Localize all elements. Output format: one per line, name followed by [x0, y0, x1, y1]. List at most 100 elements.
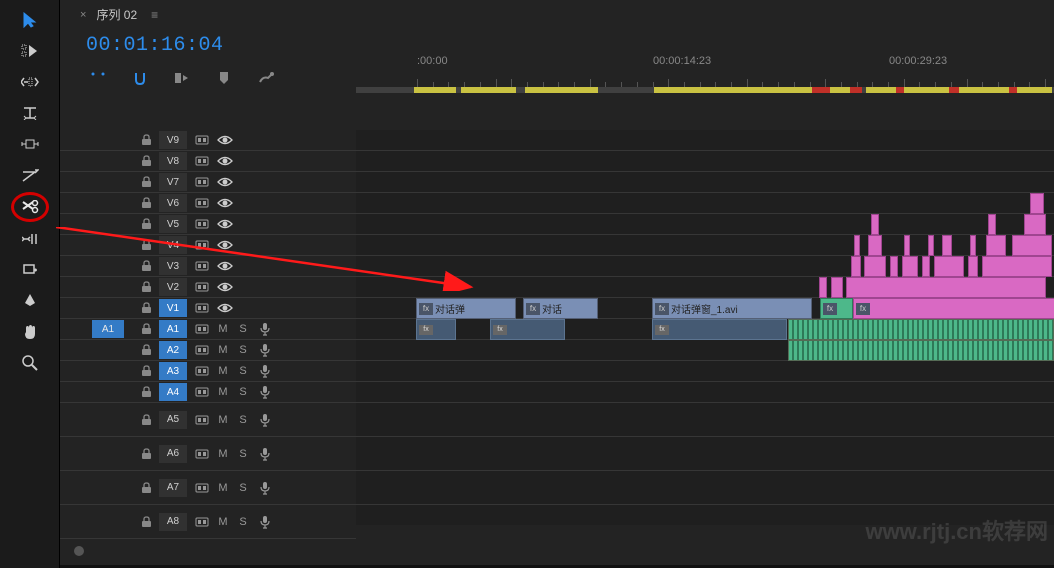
close-icon[interactable]: × — [80, 9, 86, 21]
slide-tool[interactable] — [15, 163, 45, 187]
mute-button[interactable]: M — [213, 482, 233, 494]
sync-lock-icon[interactable] — [191, 261, 213, 271]
lock-icon[interactable] — [137, 516, 155, 528]
solo-button[interactable]: S — [233, 516, 253, 528]
lock-icon[interactable] — [137, 176, 155, 188]
voice-over-icon[interactable] — [253, 385, 277, 399]
lock-icon[interactable] — [137, 155, 155, 167]
voice-over-icon[interactable] — [253, 413, 277, 427]
voice-over-icon[interactable] — [253, 364, 277, 378]
sync-lock-icon[interactable] — [191, 517, 213, 527]
toggle-output-icon[interactable] — [213, 240, 237, 250]
video-clip[interactable] — [868, 235, 882, 256]
video-lane[interactable] — [356, 130, 1054, 151]
source-patch[interactable]: A1 — [92, 320, 124, 338]
sync-lock-icon[interactable] — [191, 240, 213, 250]
video-lane[interactable] — [356, 151, 1054, 172]
track-target[interactable]: A6 — [159, 445, 187, 463]
track-target[interactable]: V3 — [159, 257, 187, 275]
video-lane[interactable]: fx对话弹fx对话fx对话弹窗_1.avifxfx颜 — [356, 298, 1054, 319]
video-clip[interactable] — [988, 214, 996, 235]
clips-area[interactable]: fx对话弹fx对话fx对话弹窗_1.avifxfx颜 fx fx fx — [356, 130, 1054, 525]
ripple-edit-tool[interactable] — [15, 70, 45, 94]
voice-over-icon[interactable] — [253, 481, 277, 495]
lock-icon[interactable] — [137, 448, 155, 460]
toggle-output-icon[interactable] — [213, 135, 237, 145]
razor-tool[interactable] — [15, 195, 45, 219]
track-target[interactable]: V8 — [159, 152, 187, 170]
track-target[interactable]: A8 — [159, 513, 187, 531]
insert-overwrite-toggle[interactable] — [90, 70, 106, 86]
track-target[interactable]: V1 — [159, 299, 187, 317]
video-clip[interactable] — [846, 277, 1046, 298]
audio-clip[interactable]: fx — [416, 319, 456, 340]
mute-button[interactable]: M — [213, 344, 233, 356]
video-lane[interactable] — [356, 235, 1054, 256]
playhead-timecode[interactable]: 00:01:16:04 — [86, 34, 224, 57]
sync-lock-icon[interactable] — [191, 387, 213, 397]
lock-icon[interactable] — [137, 302, 155, 314]
mute-button[interactable]: M — [213, 516, 233, 528]
lock-icon[interactable] — [137, 260, 155, 272]
solo-button[interactable]: S — [233, 323, 253, 335]
video-clip[interactable] — [890, 256, 898, 277]
solo-button[interactable]: S — [233, 365, 253, 377]
audio-clip[interactable]: fx — [652, 319, 787, 340]
track-target[interactable]: A5 — [159, 411, 187, 429]
video-clip[interactable] — [922, 256, 930, 277]
audio-clip[interactable]: fx — [490, 319, 565, 340]
sync-lock-icon[interactable] — [191, 483, 213, 493]
video-clip[interactable]: fx对话 — [523, 298, 598, 319]
sync-lock-icon[interactable] — [191, 282, 213, 292]
video-clip[interactable] — [942, 235, 952, 256]
sync-lock-icon[interactable] — [191, 177, 213, 187]
video-lane[interactable] — [356, 214, 1054, 235]
video-clip[interactable] — [831, 277, 843, 298]
audio-lane[interactable] — [356, 382, 1054, 403]
scrollbar-thumb[interactable] — [74, 546, 84, 556]
video-clip[interactable] — [871, 214, 879, 235]
video-clip[interactable] — [934, 256, 964, 277]
lock-icon[interactable] — [137, 323, 155, 335]
sync-lock-icon[interactable] — [191, 156, 213, 166]
mute-button[interactable]: M — [213, 365, 233, 377]
mute-button[interactable]: M — [213, 323, 233, 335]
lock-icon[interactable] — [137, 344, 155, 356]
sync-lock-icon[interactable] — [191, 449, 213, 459]
toggle-output-icon[interactable] — [213, 303, 237, 313]
audio-clip[interactable] — [788, 340, 1054, 361]
voice-over-icon[interactable] — [253, 515, 277, 529]
sequence-tab[interactable]: × 序列 02 ≡ — [80, 6, 158, 23]
time-ruler[interactable]: :00:00 00:00:14:23 00:00:29:23 — [356, 55, 1054, 95]
audio-lane[interactable] — [356, 361, 1054, 382]
video-clip[interactable] — [928, 235, 934, 256]
mute-button[interactable]: M — [213, 386, 233, 398]
pen-tool[interactable] — [15, 289, 45, 313]
rate-stretch-tool[interactable] — [15, 101, 45, 125]
sync-lock-icon[interactable] — [191, 303, 213, 313]
voice-over-icon[interactable] — [253, 343, 277, 357]
panel-menu-icon[interactable]: ≡ — [151, 8, 158, 22]
marker-button[interactable] — [216, 70, 232, 86]
lock-icon[interactable] — [137, 197, 155, 209]
sync-lock-icon[interactable] — [191, 366, 213, 376]
video-lane[interactable] — [356, 193, 1054, 214]
voice-over-icon[interactable] — [253, 447, 277, 461]
solo-button[interactable]: S — [233, 344, 253, 356]
video-clip[interactable] — [1024, 214, 1046, 235]
linked-selection-toggle[interactable] — [174, 70, 190, 86]
voice-over-icon[interactable] — [253, 322, 277, 336]
toggle-output-icon[interactable] — [213, 198, 237, 208]
settings-button[interactable] — [258, 70, 274, 86]
sync-lock-icon[interactable] — [191, 135, 213, 145]
selection-tool[interactable] — [15, 8, 45, 32]
audio-lane[interactable] — [356, 437, 1054, 471]
sync-lock-icon[interactable] — [191, 219, 213, 229]
video-clip[interactable] — [986, 235, 1006, 256]
sync-lock-icon[interactable] — [191, 345, 213, 355]
solo-button[interactable]: S — [233, 414, 253, 426]
video-clip[interactable]: fx颜 — [853, 298, 1054, 319]
toggle-output-icon[interactable] — [213, 261, 237, 271]
toggle-output-icon[interactable] — [213, 219, 237, 229]
track-target[interactable]: V7 — [159, 173, 187, 191]
